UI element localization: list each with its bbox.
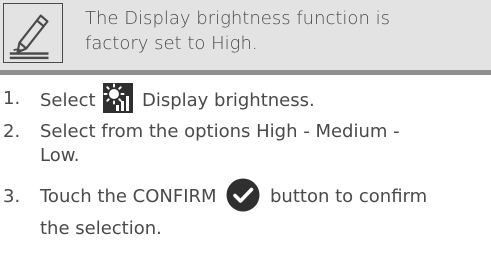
- step-1: 1. Select Display brightness.: [0, 83, 491, 118]
- confirm-check-icon: [226, 178, 260, 212]
- step-3: 3. Touch the CONFIRM button to confirm t…: [0, 178, 491, 254]
- note-pencil-icon: [3, 3, 63, 63]
- step-2: 2. Select from the options High - Medium…: [0, 120, 491, 172]
- step-text: Display brightness.: [136, 90, 315, 111]
- step-text: button to confirm: [264, 186, 428, 207]
- note-line-1: The Display brightness function is: [85, 8, 390, 29]
- step-number: 1.: [3, 88, 21, 109]
- note-line-2: factory set to High.: [85, 33, 258, 54]
- step-text-line-2: the selection.: [40, 218, 162, 239]
- step-number: 3.: [3, 186, 21, 207]
- step-text-line-1: Select from the options High - Medium -: [40, 121, 400, 142]
- note-text: The Display brightness function is facto…: [85, 6, 465, 56]
- step-text: Touch the CONFIRM: [40, 186, 223, 207]
- step-text-line-2: Low.: [40, 145, 80, 166]
- step-text: Select: [40, 90, 102, 111]
- note-box: The Display brightness function is facto…: [0, 0, 491, 75]
- display-brightness-icon: [103, 83, 134, 113]
- step-number: 2.: [3, 121, 21, 142]
